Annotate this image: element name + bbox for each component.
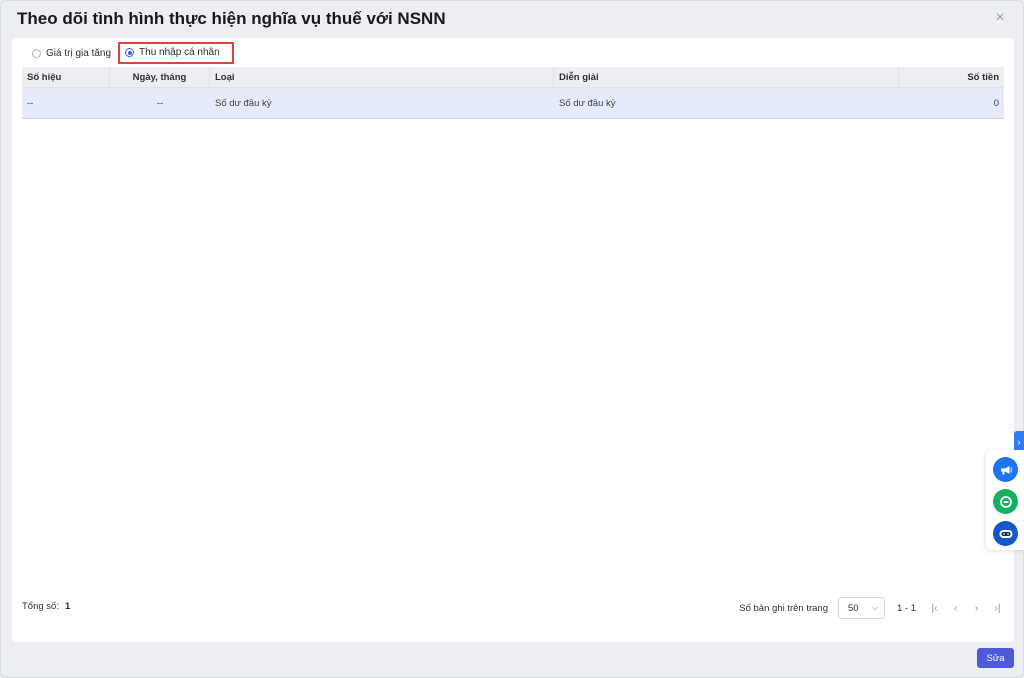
pagination: Số bản ghi trên trang 50 ⌵ 1 - 1 |‹ ‹ › … xyxy=(739,597,1008,619)
radio-personal-income[interactable]: Thu nhập cá nhân xyxy=(118,42,234,64)
robot-icon[interactable] xyxy=(993,521,1018,546)
cell-loai: Số dư đầu kỳ xyxy=(215,97,272,109)
megaphone-icon[interactable] xyxy=(993,457,1018,482)
prev-page-icon[interactable]: ‹ xyxy=(945,603,966,614)
radio-circle-icon xyxy=(125,48,135,57)
first-page-icon[interactable]: |‹ xyxy=(924,603,945,614)
dialog-content: Giá trị gia tăng Thu nhập cá nhân Số hiệ… xyxy=(12,38,1014,642)
next-page-icon[interactable]: › xyxy=(966,603,987,614)
dialog-title: Theo dõi tình hình thực hiện nghĩa vụ th… xyxy=(17,9,446,28)
column-header-so-tien[interactable]: Số tiền xyxy=(899,67,1004,87)
tax-obligation-dialog: Theo dõi tình hình thực hiện nghĩa vụ th… xyxy=(0,0,1024,678)
tax-type-radio-group: Giá trị gia tăng Thu nhập cá nhân xyxy=(30,42,234,64)
column-header-loai[interactable]: Loại xyxy=(210,67,554,87)
radio-vat-label: Giá trị gia tăng xyxy=(46,47,112,59)
page-size-label: Số bản ghi trên trang xyxy=(739,602,828,614)
table-row[interactable]: -- -- Số dư đầu kỳ Số dư đầu kỳ 0 xyxy=(22,88,1004,119)
cell-so-hieu: -- xyxy=(27,97,34,109)
close-icon[interactable]: × xyxy=(991,9,1009,27)
column-header-dien-giai[interactable]: Diễn giải xyxy=(554,67,899,87)
cell-ngay-thang: -- xyxy=(156,97,164,109)
page-size-value: 50 xyxy=(847,602,859,614)
floating-toolbar xyxy=(986,450,1024,550)
total-label: Tổng số: xyxy=(22,601,59,612)
chevron-down-icon: ⌵ xyxy=(871,603,878,612)
column-header-so-hieu[interactable]: Số hiệu xyxy=(22,67,110,87)
cell-dien-giai: Số dư đầu kỳ xyxy=(559,97,616,109)
edit-button[interactable]: Sửa xyxy=(977,648,1014,668)
tax-table: Số hiệu Ngày, tháng Loại Diễn giải Số ti… xyxy=(22,67,1004,119)
chat-icon[interactable] xyxy=(993,489,1018,514)
page-range: 1 - 1 xyxy=(896,602,916,614)
radio-personal-income-label: Thu nhập cá nhân xyxy=(139,47,220,58)
total-value: 1 xyxy=(64,601,71,612)
column-header-ngay-thang[interactable]: Ngày, tháng xyxy=(110,67,210,87)
radio-vat[interactable]: Giá trị gia tăng xyxy=(32,48,111,59)
page-size-select[interactable]: 50 ⌵ xyxy=(837,597,885,619)
last-page-icon[interactable]: ›| xyxy=(987,603,1008,614)
table-header: Số hiệu Ngày, tháng Loại Diễn giải Số ti… xyxy=(22,67,1004,88)
cell-so-tien: 0 xyxy=(993,97,999,109)
radio-circle-icon xyxy=(32,48,41,58)
total-count: Tổng số: 1 xyxy=(22,601,70,612)
